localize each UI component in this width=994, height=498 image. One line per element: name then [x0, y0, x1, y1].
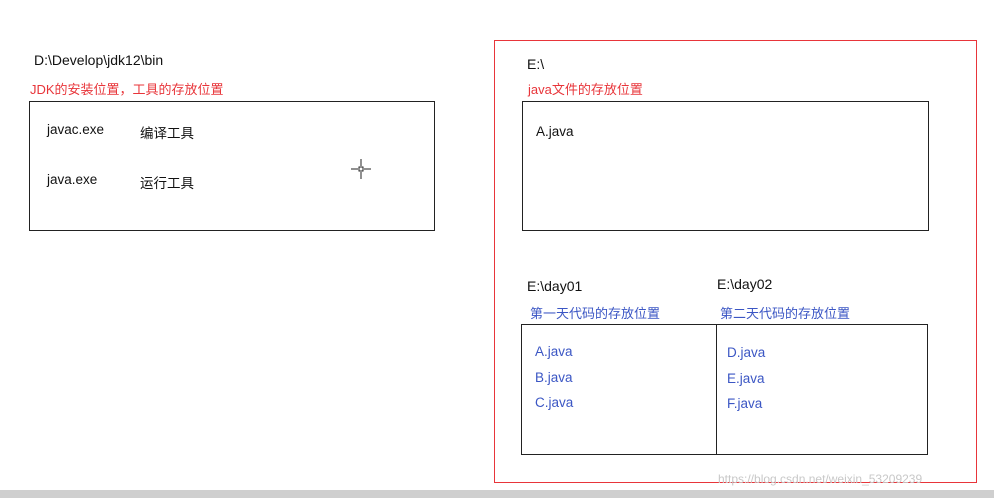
java-desc-label: 运行工具 [140, 176, 194, 191]
crosshair-cursor-icon [351, 159, 371, 179]
day01-path-label: E:\day01 [527, 278, 583, 294]
day01-caption: 第一天代码的存放位置 [530, 306, 661, 321]
day02-file-1: D.java [727, 345, 766, 360]
day02-file-3: F.java [727, 396, 763, 411]
javac-desc-label: 编译工具 [140, 126, 194, 141]
jdk-bin-box: javac.exe 编译工具 java.exe 运行工具 [29, 101, 435, 231]
day01-file-2: B.java [535, 370, 573, 385]
day01-file-3: C.java [535, 395, 574, 410]
e-drive-path-label: E:\ [527, 56, 545, 72]
day02-caption: 第二天代码的存放位置 [720, 306, 851, 321]
java-file-label: java.exe [47, 172, 98, 187]
e-drive-file-label: A.java [536, 124, 574, 139]
watermark-text: https://blog.csdn.net/weixin_53209239 [718, 472, 923, 486]
e-drive-box: A.java [522, 101, 929, 231]
jdk-path-label: D:\Develop\jdk12\bin [34, 52, 164, 68]
day-folders-divider [716, 325, 717, 454]
day02-path-label: E:\day02 [717, 276, 773, 292]
day01-file-1: A.java [535, 344, 573, 359]
javac-file-label: javac.exe [47, 122, 105, 137]
day02-file-2: E.java [727, 371, 765, 386]
bottom-scroll-bar [0, 490, 994, 498]
e-drive-caption: java文件的存放位置 [528, 82, 643, 97]
jdk-caption: JDK的安装位置，工具的存放位置 [30, 82, 224, 97]
day-folders-box: A.java B.java C.java D.java E.java F.jav… [521, 324, 928, 455]
